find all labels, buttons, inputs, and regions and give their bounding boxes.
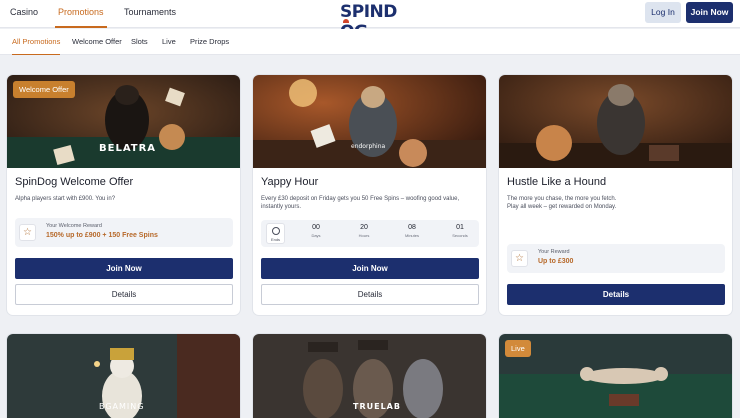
details-button[interactable]: Details [15,284,233,305]
live-badge: Live [505,340,531,357]
timer-minutes: 08 Minutes [404,224,419,238]
login-button[interactable]: Log In [645,2,681,23]
promo-card-hustle-like-a-hound: Hustle Like a Hound The more you chase, … [499,75,732,315]
clock-icon: Ends [266,223,285,244]
nav-casino[interactable]: Casino [10,0,38,28]
nav-promotions[interactable]: Promotions [55,0,107,28]
promo-image-live: Live [499,334,732,418]
timer-days: 00 Days [311,224,321,238]
card-title: Yappy Hour [261,176,319,188]
reward-box: ☆ Your Welcome Reward 150% up to £900 + … [15,218,233,247]
promo-image-welcome: Welcome Offer BELATRA [7,75,240,168]
timer-hours: 20 Hours [358,224,370,238]
tab-live[interactable]: Live [162,29,176,55]
join-now-button[interactable]: Join Now [261,258,479,279]
promo-card-bgaming: BGAMING [7,334,240,418]
promo-image-bgaming: BGAMING [7,334,240,418]
reward-box: ☆ Your Reward Up to £300 [507,244,725,273]
reward-label: Your Reward [538,249,570,255]
bgaming-logo: BGAMING [99,402,145,411]
welcome-offer-badge: Welcome Offer [13,81,75,98]
promotion-filter-tabs: All Promotions Welcome Offer Slots Live … [0,29,740,55]
join-now-button[interactable]: Join Now [15,258,233,279]
reward-label: Your Welcome Reward [46,223,102,229]
spindog-logo[interactable]: SPINDOG [340,2,400,42]
reward-value: 150% up to £900 + 150 Free Spins [46,232,158,239]
card-description: Every £30 deposit on Friday gets you 50 … [261,196,460,210]
reward-value: Up to £300 [538,258,574,265]
timer-seconds: 01 Seconds [452,224,468,238]
card-description: Alpha players start with £900. You in? [15,196,116,202]
card-title: SpinDog Welcome Offer [15,176,134,188]
tab-welcome-offer[interactable]: Welcome Offer [72,29,122,55]
promo-card-truelab: TRUELAB [253,334,486,418]
endorphina-logo: endorphina [351,143,386,150]
card-title: Hustle Like a Hound [507,176,607,188]
promo-image-truelab: TRUELAB [253,334,486,418]
card-description-line-1: The more you chase, the more you fetch. [507,196,617,202]
nav-tournaments[interactable]: Tournaments [124,0,176,28]
card-description-line-2: Play all week – get rewarded on Monday. [507,204,617,210]
truelab-logo: TRUELAB [353,402,401,411]
promo-image-hustle [499,75,732,168]
countdown-timer: Ends 00 Days 20 Hours 08 Minutes 01 Seco… [261,220,479,247]
details-button[interactable]: Details [261,284,479,305]
tab-all-promotions[interactable]: All Promotions [12,29,61,55]
promo-card-yappy-hour: endorphina Yappy Hour Every £30 deposit … [253,75,486,315]
tab-prize-drops[interactable]: Prize Drops [190,29,229,55]
details-button[interactable]: Details [507,284,725,305]
star-icon: ☆ [19,224,36,241]
tab-slots[interactable]: Slots [131,29,148,55]
star-icon: ☆ [511,250,528,267]
promo-card-live: Live [499,334,732,418]
promo-card-welcome: Welcome Offer BELATRA SpinDog Welcome Of… [7,75,240,315]
top-header: Casino Promotions Tournaments SPINDOG Lo… [0,0,740,42]
belatra-logo: BELATRA [99,143,157,154]
promo-image-yappy-hour: endorphina [253,75,486,168]
join-now-header-button[interactable]: Join Now [686,2,733,23]
